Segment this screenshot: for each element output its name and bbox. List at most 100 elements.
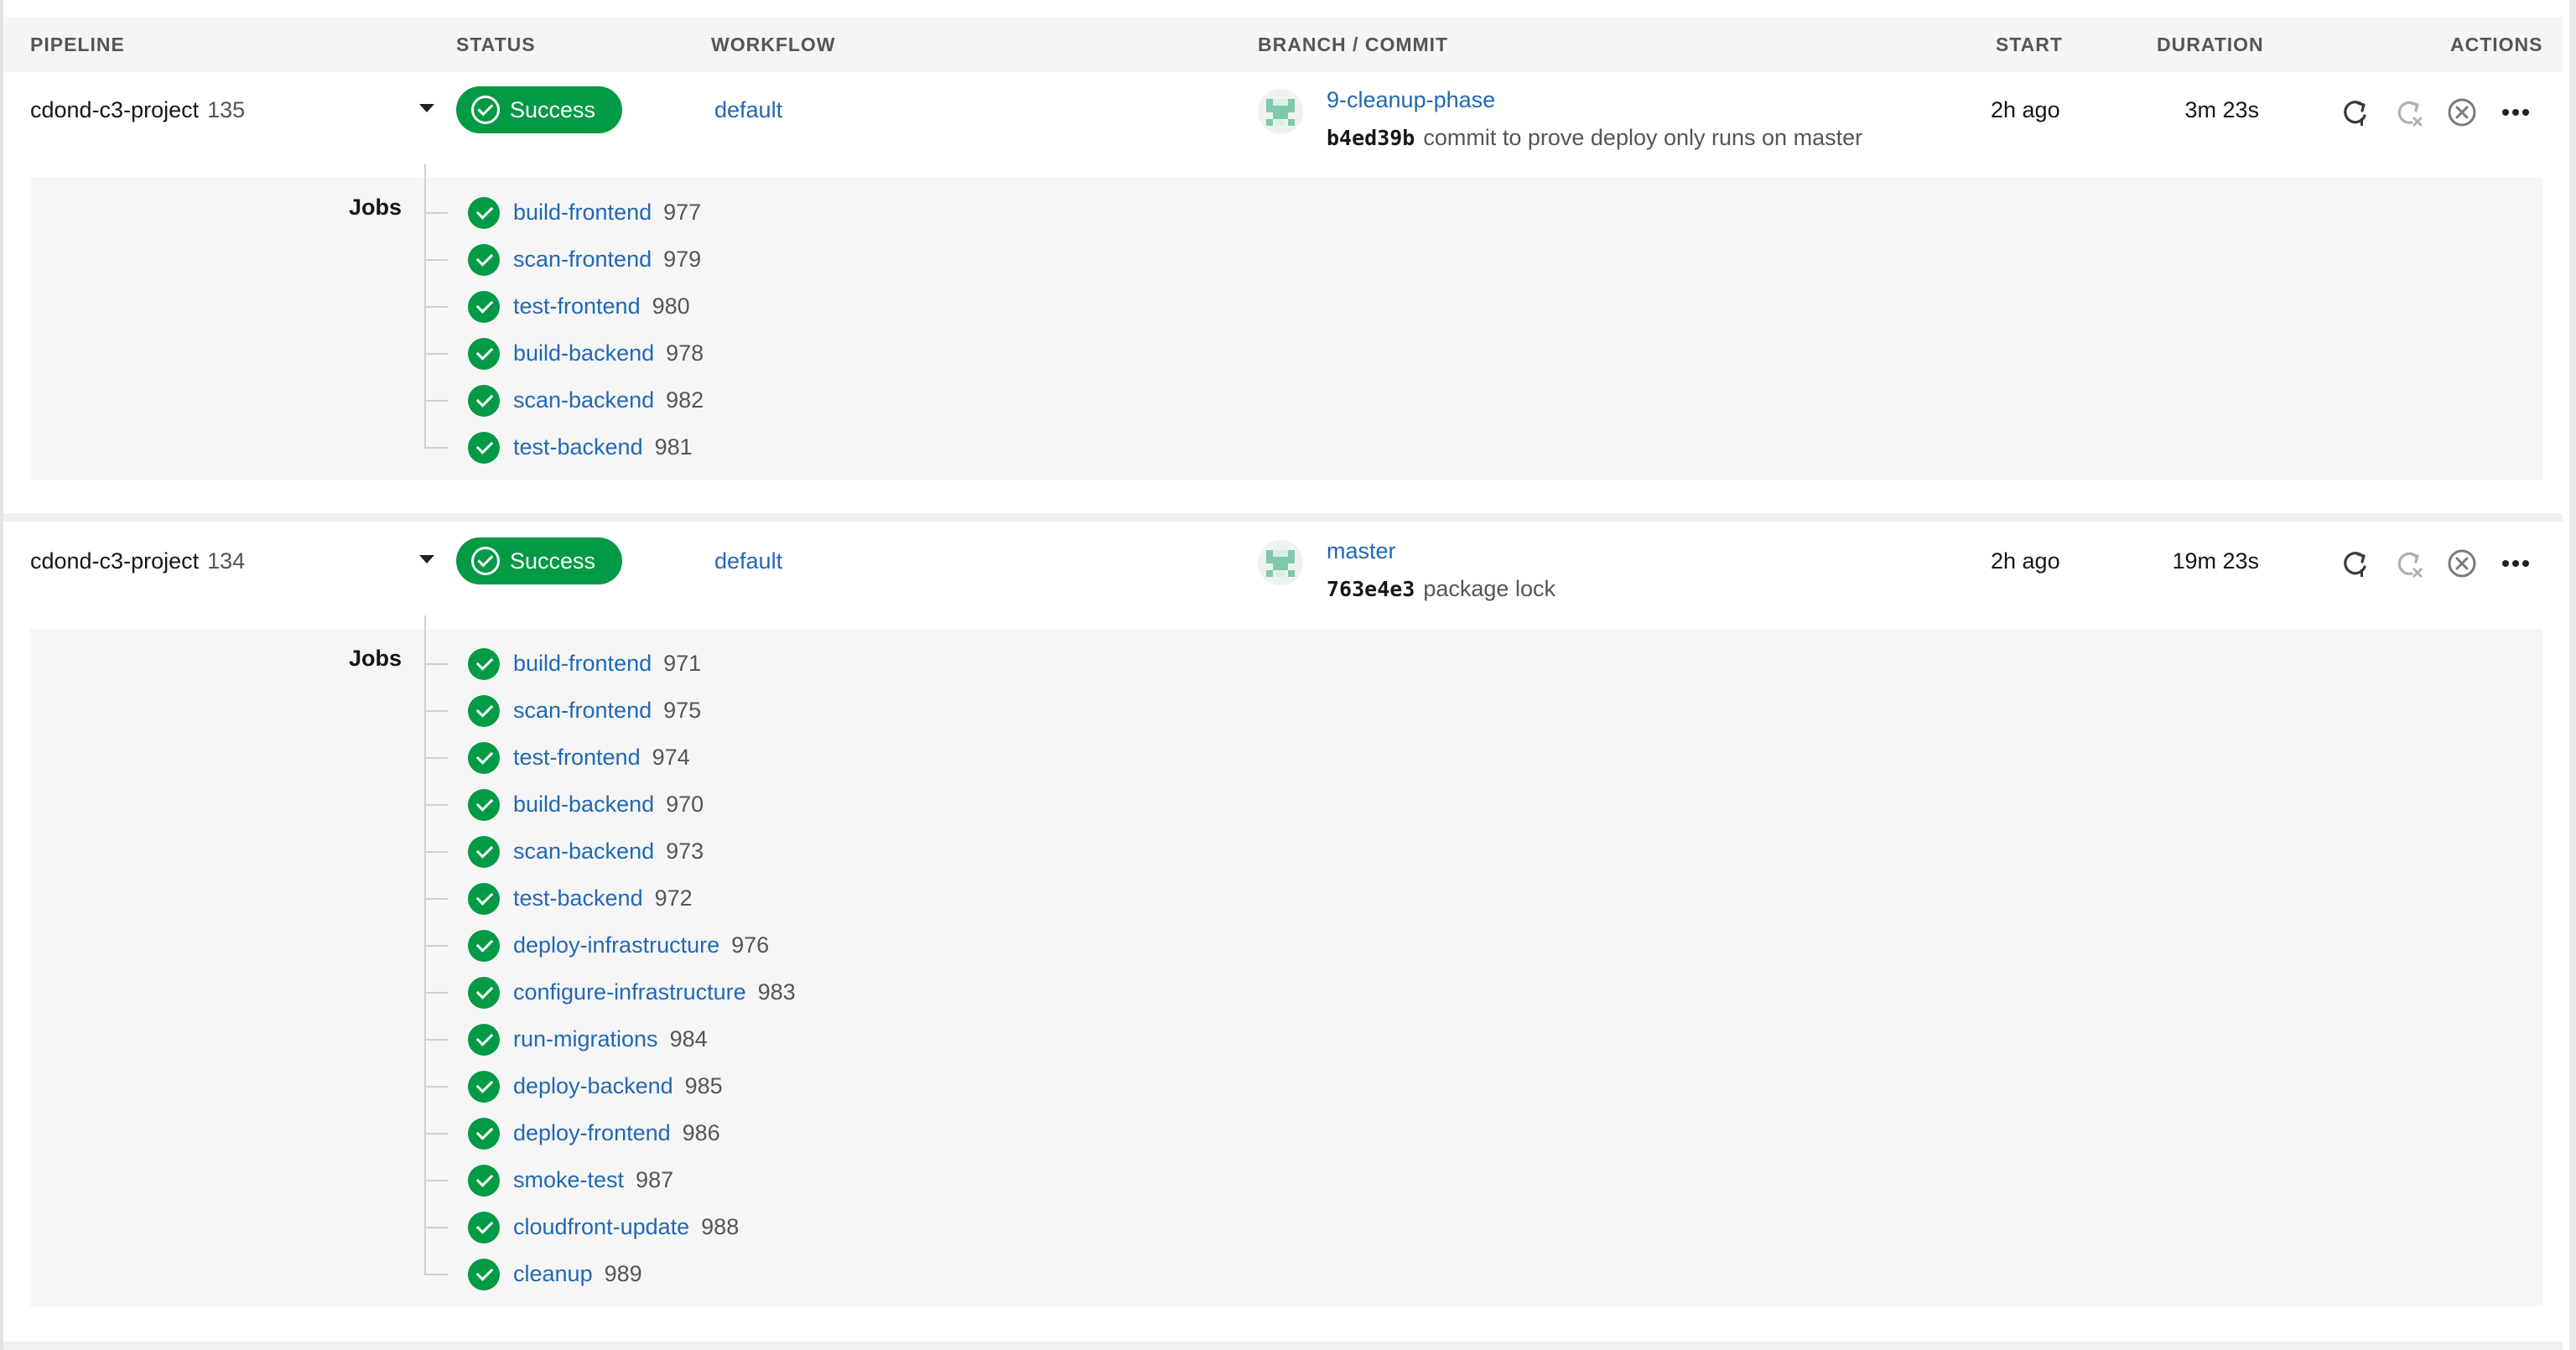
cancel-icon[interactable] bbox=[2445, 96, 2479, 129]
status-label: Success bbox=[510, 96, 596, 122]
status-badge[interactable]: Success bbox=[456, 86, 622, 133]
job-number: 973 bbox=[666, 839, 704, 864]
job-link[interactable]: test-backend 972 bbox=[513, 885, 693, 911]
job-link[interactable]: deploy-backend 985 bbox=[513, 1073, 723, 1099]
more-icon[interactable] bbox=[2499, 547, 2532, 580]
expand-caret-icon[interactable] bbox=[419, 555, 434, 563]
job-link[interactable]: scan-frontend 975 bbox=[513, 698, 701, 724]
tree-connector bbox=[424, 1133, 448, 1135]
tree-connector bbox=[424, 1086, 448, 1088]
tree-connector bbox=[424, 945, 448, 947]
job-link[interactable]: smoke-test 987 bbox=[513, 1167, 673, 1193]
job-link[interactable]: scan-frontend 979 bbox=[513, 247, 701, 273]
success-check-icon bbox=[468, 385, 500, 417]
job-number: 989 bbox=[604, 1261, 642, 1286]
job-row: cloudfront-update988 4m 7s bbox=[424, 1204, 2521, 1251]
job-row: test-frontend980 1m 14s bbox=[424, 283, 2521, 330]
job-number: 975 bbox=[663, 698, 702, 723]
success-check-icon bbox=[468, 789, 500, 821]
job-number: 978 bbox=[666, 340, 704, 366]
tree-connector bbox=[424, 1039, 448, 1041]
job-link[interactable]: build-backend 978 bbox=[513, 340, 704, 366]
job-link[interactable]: cloudfront-update 988 bbox=[513, 1214, 739, 1240]
job-duration: 6m 0s bbox=[2488, 979, 2576, 1005]
job-row: deploy-backend985 1m 6s bbox=[424, 1063, 2521, 1110]
job-duration: 1m 54s bbox=[2488, 387, 2576, 413]
job-link[interactable]: build-frontend 977 bbox=[513, 200, 701, 226]
success-check-icon bbox=[468, 1024, 500, 1056]
branch-link[interactable]: master bbox=[1327, 538, 1396, 564]
success-check-icon bbox=[468, 883, 500, 915]
job-link[interactable]: deploy-infrastructure 976 bbox=[513, 932, 769, 958]
success-check-icon bbox=[468, 197, 500, 229]
job-row: test-frontend974 2m 2s bbox=[424, 735, 2521, 781]
workflow-link[interactable]: default bbox=[714, 97, 782, 123]
pipeline-number: 134 bbox=[207, 548, 246, 574]
job-link[interactable]: run-migrations 984 bbox=[513, 1026, 708, 1052]
run-separator bbox=[3, 513, 2563, 522]
avatar bbox=[1258, 89, 1303, 134]
job-number: 986 bbox=[682, 1120, 720, 1145]
job-link[interactable]: build-backend 970 bbox=[513, 792, 704, 818]
more-icon[interactable] bbox=[2499, 96, 2532, 129]
pipeline-name[interactable]: cdond-c3-project 135 bbox=[30, 97, 245, 123]
success-check-icon bbox=[468, 695, 500, 727]
header-pipeline: PIPELINE bbox=[30, 34, 125, 55]
tree-connector bbox=[424, 1180, 448, 1181]
job-name: build-backend bbox=[513, 340, 655, 366]
status-badge[interactable]: Success bbox=[456, 537, 622, 584]
job-duration: 2m 5s bbox=[2488, 247, 2576, 273]
job-duration: 25s bbox=[2488, 1167, 2576, 1193]
rerun-icon[interactable] bbox=[2338, 547, 2371, 580]
success-check-icon bbox=[468, 1212, 500, 1244]
expand-caret-icon[interactable] bbox=[419, 104, 434, 112]
commit-info[interactable]: 763e4e3 package lock bbox=[1327, 576, 1555, 602]
job-name: scan-backend bbox=[513, 839, 655, 864]
tree-connector bbox=[424, 400, 448, 402]
job-link[interactable]: scan-backend 982 bbox=[513, 387, 704, 413]
success-check-icon bbox=[468, 1165, 500, 1197]
commit-info[interactable]: b4ed39b commit to prove deploy only runs … bbox=[1327, 125, 1862, 151]
success-check-icon bbox=[468, 1259, 500, 1290]
job-name: build-frontend bbox=[513, 200, 652, 225]
job-number: 987 bbox=[636, 1167, 674, 1192]
job-number: 979 bbox=[663, 247, 702, 272]
success-check-icon bbox=[468, 291, 500, 323]
job-link[interactable]: deploy-frontend 986 bbox=[513, 1120, 720, 1146]
header-duration: DURATION bbox=[2157, 34, 2264, 55]
job-row: deploy-frontend986 46s bbox=[424, 1110, 2521, 1157]
job-number: 983 bbox=[757, 979, 796, 1005]
job-name: scan-frontend bbox=[513, 247, 652, 272]
job-link[interactable]: cleanup 989 bbox=[513, 1261, 642, 1287]
job-row: scan-frontend975 1m 58s bbox=[424, 688, 2521, 735]
tree-connector bbox=[424, 710, 448, 712]
pipeline-name[interactable]: cdond-c3-project 134 bbox=[30, 548, 245, 574]
rerun-icon[interactable] bbox=[2338, 96, 2371, 129]
job-number: 980 bbox=[652, 293, 690, 319]
job-row: build-frontend977 1m 6s bbox=[424, 190, 2521, 236]
job-row: run-migrations984 48s bbox=[424, 1016, 2521, 1063]
job-link[interactable]: configure-infrastructure 983 bbox=[513, 979, 796, 1005]
job-link[interactable]: test-frontend 974 bbox=[513, 745, 690, 771]
tree-connector bbox=[424, 447, 448, 449]
job-link[interactable]: build-frontend 971 bbox=[513, 651, 701, 677]
rerun-failed-icon[interactable] bbox=[2392, 547, 2425, 580]
job-link[interactable]: test-backend 981 bbox=[513, 434, 693, 460]
rerun-failed-icon[interactable] bbox=[2392, 96, 2425, 129]
job-link[interactable]: test-frontend 980 bbox=[513, 293, 690, 319]
job-number: 977 bbox=[663, 200, 702, 225]
job-duration: 48s bbox=[2488, 1026, 2576, 1052]
tree-connector bbox=[424, 804, 448, 806]
workflow-link[interactable]: default bbox=[714, 548, 782, 574]
job-duration: 2m 45s bbox=[2488, 932, 2576, 958]
cancel-icon[interactable] bbox=[2445, 547, 2479, 580]
commit-sha: 763e4e3 bbox=[1327, 577, 1415, 601]
job-link[interactable]: scan-backend 973 bbox=[513, 839, 704, 865]
job-duration: 1m 10s bbox=[2488, 340, 2576, 366]
pipeline-run-row: cdond-c3-project 135 Success default 9-cl… bbox=[3, 72, 2563, 181]
branch-link[interactable]: 9-cleanup-phase bbox=[1327, 87, 1495, 113]
success-check-icon bbox=[468, 432, 500, 464]
job-row: build-backend978 1m 10s bbox=[424, 330, 2521, 377]
job-number: 971 bbox=[663, 651, 702, 676]
jobs-label: Jobs bbox=[349, 195, 402, 220]
